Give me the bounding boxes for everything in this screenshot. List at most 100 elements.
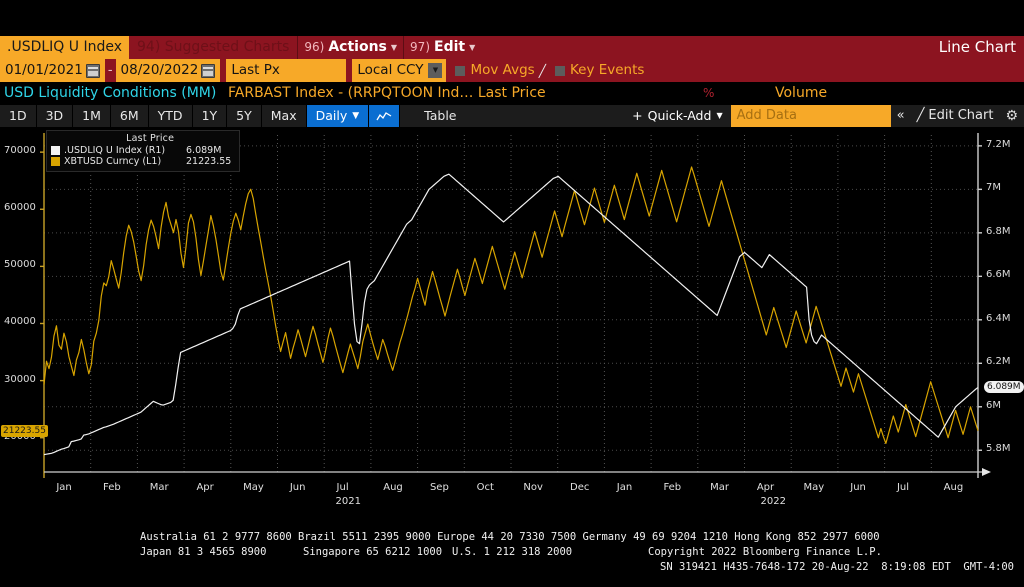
chart-type-label: Line Chart: [938, 38, 1016, 56]
right-axis-tick: 5.8M: [986, 443, 1011, 455]
chevron-down-icon: ▼: [352, 111, 360, 121]
x-axis-tick: Feb: [103, 482, 121, 493]
x-axis-tick: Jan: [616, 482, 633, 493]
pencil-icon: ╱: [916, 108, 925, 123]
chevron-down-icon: ▼: [390, 43, 398, 52]
key-events-toggle[interactable]: Key Events: [546, 59, 644, 82]
right-axis-tick: 6.6M: [986, 269, 1011, 281]
footer-line-3: SN 319421 H435-7648-172 20-Aug-22 8:19:0…: [660, 561, 1015, 573]
date-to-field[interactable]: 08/20/2022: [115, 59, 221, 82]
chart-area[interactable]: Last Price .USDLIQ U Index (R1) 6.089M X…: [0, 127, 1024, 527]
pencil-icon[interactable]: ╱: [539, 64, 546, 78]
x-axis-year: 2021: [335, 496, 361, 507]
plus-icon: +: [632, 108, 643, 123]
interval-value: Daily: [315, 108, 348, 123]
add-data-input[interactable]: Add Data: [730, 105, 891, 127]
period-6m[interactable]: 6M: [111, 105, 149, 127]
legend-swatch-white: [51, 145, 60, 155]
command-bar: .USDLIQ U Index 94) Suggested Charts 96)…: [0, 36, 1024, 59]
x-axis-tick: May: [803, 482, 825, 493]
center-series-title: FARBAST Index - (RRPQTOON Ind… Last Pric…: [228, 85, 546, 101]
key-events-label: Key Events: [569, 62, 645, 78]
x-axis-year: 2022: [760, 496, 786, 507]
ticker-field[interactable]: .USDLIQ U Index: [0, 36, 130, 59]
x-axis-tick: Sep: [429, 482, 449, 493]
right-axis-tick: 6.2M: [986, 356, 1011, 368]
x-axis-tick: Jun: [289, 482, 306, 493]
collapse-button[interactable]: «: [891, 105, 911, 127]
top-black-strip: [0, 0, 1024, 36]
right-axis-tick: 6.4M: [986, 312, 1011, 324]
mov-avgs-checkbox[interactable]: [455, 65, 466, 76]
line-chart-glyph: [376, 111, 392, 120]
period-max[interactable]: Max: [262, 105, 307, 127]
price-type-field[interactable]: Last Px: [226, 59, 347, 82]
currency-value: Local CCY: [357, 62, 424, 78]
gear-icon: ⚙: [1005, 108, 1018, 124]
footer-japan: Japan 81 3 4565 8900: [140, 546, 267, 558]
bloomberg-chart-window: .USDLIQ U Index 94) Suggested Charts 96)…: [0, 0, 1024, 587]
percent-label: %: [703, 86, 715, 100]
edit-chart-button[interactable]: ╱ Edit Chart: [911, 105, 1000, 127]
actions-label: Actions: [328, 39, 387, 55]
legend-swatch-gold: [51, 157, 60, 167]
chart-toolbar: 1D 3D 1M 6M YTD 1Y 5Y Max Daily ▼ Table …: [0, 104, 1024, 127]
interval-dropdown[interactable]: Daily ▼: [306, 105, 370, 127]
x-axis-tick: Mar: [710, 482, 730, 493]
footer-us: U.S. 1 212 318 2000: [452, 546, 573, 558]
date-from-field[interactable]: 01/01/2021: [0, 59, 105, 82]
x-axis-tick: May: [243, 482, 264, 493]
x-axis-tick: Aug: [383, 482, 403, 493]
options-bar: 01/01/2021 - 08/20/2022 Last Px Local CC…: [0, 59, 1024, 82]
left-axis-tick: 40000: [4, 316, 36, 328]
chevron-down-icon: ▼: [716, 111, 723, 120]
right-axis-current-tag: 6.089M: [984, 381, 1024, 394]
period-1m[interactable]: 1M: [73, 105, 111, 127]
right-axis-tick: 7.2M: [986, 138, 1011, 150]
footer-copyright: Copyright 2022 Bloomberg Finance L.P.: [648, 546, 882, 558]
currency-dropdown[interactable]: Local CCY ▼: [352, 59, 447, 82]
legend-value-xbtusd: 21223.55: [186, 156, 232, 168]
date-range-separator: -: [107, 63, 113, 78]
x-axis-tick: Dec: [570, 482, 590, 493]
line-chart-icon[interactable]: [369, 105, 401, 127]
chart-svg: [40, 133, 991, 478]
x-axis-tick: Nov: [523, 482, 543, 493]
period-5y[interactable]: 5Y: [227, 105, 262, 127]
edit-menu[interactable]: 97) Edit ▼: [403, 36, 481, 59]
volume-label: Volume: [775, 85, 828, 101]
legend-row-usdliq: .USDLIQ U Index (R1) 6.089M: [51, 145, 231, 157]
mov-avgs-toggle[interactable]: Mov Avgs ╱: [446, 59, 546, 82]
footer: Australia 61 2 9777 8600 Brazil 5511 239…: [0, 527, 1024, 587]
period-1d[interactable]: 1D: [0, 105, 37, 127]
table-button[interactable]: Table: [400, 105, 480, 127]
settings-button[interactable]: ⚙: [999, 105, 1024, 127]
actions-menu[interactable]: 96) Actions ▼: [297, 36, 403, 59]
mov-avgs-label: Mov Avgs: [470, 62, 535, 78]
period-ytd[interactable]: YTD: [149, 105, 193, 127]
x-axis-tick: Jun: [850, 482, 866, 493]
x-axis-tick: Aug: [943, 482, 964, 493]
chevron-down-icon[interactable]: ▼: [428, 63, 443, 78]
x-axis-tick: Jul: [896, 482, 910, 493]
quick-add-button[interactable]: + Quick-Add ▼: [624, 105, 730, 127]
quick-add-label: Quick-Add: [647, 108, 712, 123]
titles-row: USD Liquidity Conditions (MM) FARBAST In…: [0, 82, 1024, 104]
x-axis-tick: Apr: [756, 482, 775, 493]
left-axis-current-tag: 21223.55: [1, 424, 48, 437]
calendar-icon[interactable]: [201, 63, 216, 78]
period-3d[interactable]: 3D: [37, 105, 74, 127]
key-events-checkbox[interactable]: [554, 65, 565, 76]
period-1y[interactable]: 1Y: [193, 105, 228, 127]
legend-header: Last Price: [126, 133, 175, 144]
legend-name-xbtusd: XBTUSD Curncy (L1): [64, 156, 162, 168]
edit-label: Edit: [434, 39, 466, 55]
x-axis-tick: Jul: [336, 482, 349, 493]
right-axis-tick: 6.8M: [986, 225, 1011, 237]
chevron-down-icon: ▼: [469, 43, 476, 52]
edit-chart-label: Edit Chart: [928, 108, 994, 123]
suggested-charts-button[interactable]: 94) Suggested Charts: [129, 36, 297, 59]
calendar-icon[interactable]: [85, 63, 100, 78]
x-axis-tick: Mar: [149, 482, 169, 493]
date-from-value: 01/01/2021: [5, 62, 83, 78]
